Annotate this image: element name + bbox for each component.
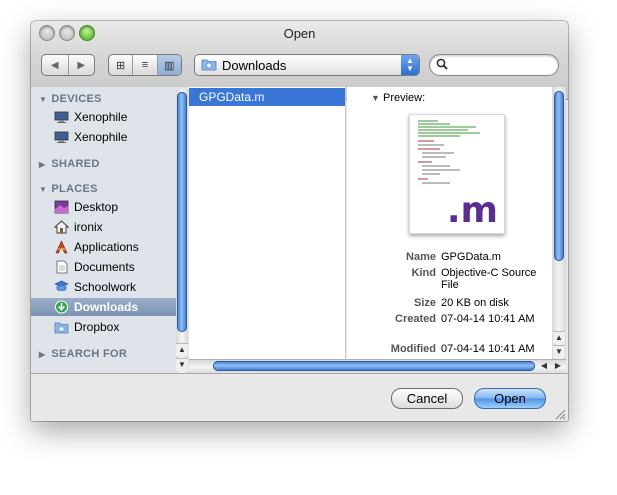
- search-for-heading[interactable]: ▶ SEARCH FOR: [39, 348, 127, 360]
- resize-grip-icon[interactable]: [554, 408, 566, 420]
- sidebar-item-dropbox[interactable]: Dropbox: [31, 318, 176, 336]
- places-heading[interactable]: ▼ PLACES: [39, 183, 98, 195]
- disclosure-open-icon: ▼: [39, 185, 48, 194]
- sidebar-item-downloads[interactable]: Downloads: [31, 298, 176, 316]
- applications-icon: [55, 240, 68, 254]
- info-key: Modified: [390, 343, 436, 355]
- sidebar-item-label: Schoolwork: [74, 280, 137, 294]
- sidebar-item-xenophile-2[interactable]: Xenophile: [31, 128, 176, 146]
- downloads-icon: [55, 300, 68, 314]
- devices-heading-label: DEVICES: [51, 93, 102, 105]
- info-key: Size: [413, 297, 436, 309]
- sidebar-item-label: ironix: [74, 220, 103, 234]
- sidebar-item-label: Downloads: [74, 300, 139, 314]
- scroll-up-icon[interactable]: ▲: [553, 331, 565, 344]
- sidebar-item-label: Xenophile: [74, 130, 128, 144]
- preview-scroll-thumb[interactable]: [554, 91, 564, 261]
- desktop-icon: [54, 200, 69, 214]
- back-icon[interactable]: ◀: [42, 55, 68, 75]
- disclosure-open-icon: ▼: [371, 93, 380, 103]
- sidebar-item-desktop[interactable]: Desktop: [31, 198, 176, 216]
- view-mode-switcher: ⊞ ≡ ▥: [108, 54, 182, 76]
- scroll-left-icon[interactable]: ◀: [538, 360, 550, 372]
- display-icon: [54, 131, 69, 143]
- sidebar-item-xenophile[interactable]: Xenophile: [31, 108, 176, 126]
- history-nav: ◀ ▶: [41, 54, 95, 76]
- file-column: GPGData.m: [189, 87, 346, 359]
- preview-pane: ▼ Preview: .m Name GPGData.m Kind Object…: [347, 87, 552, 359]
- scroll-down-icon[interactable]: ▼: [553, 345, 565, 358]
- code-lines-icon: [418, 120, 480, 184]
- info-value: 07-04-14 10:41 AM: [441, 343, 535, 355]
- file-name: GPGData.m: [199, 90, 265, 104]
- sidebar-item-ironix[interactable]: ironix: [31, 218, 176, 236]
- search-field[interactable]: [429, 54, 559, 76]
- window-title: Open: [283, 26, 316, 41]
- info-value: GPGData.m: [441, 251, 501, 263]
- places-heading-label: PLACES: [51, 183, 98, 195]
- horizontal-scroll-thumb[interactable]: [213, 361, 535, 371]
- sidebar-item-label: Xenophile: [74, 110, 128, 124]
- info-key: Name: [406, 251, 436, 263]
- dialog-footer: Cancel Open: [31, 373, 568, 421]
- popup-arrows-icon: ▲ ▼: [401, 55, 419, 75]
- preview-heading[interactable]: ▼ Preview:: [371, 92, 425, 104]
- search-icon: [436, 58, 448, 70]
- downloads-folder-icon: [201, 59, 217, 71]
- search-for-heading-label: SEARCH FOR: [51, 348, 128, 360]
- sidebar-item-label: Desktop: [74, 200, 119, 214]
- sidebar-item-documents[interactable]: Documents: [31, 258, 176, 276]
- column-view-icon[interactable]: ▥: [156, 55, 181, 75]
- scroll-right-icon[interactable]: ▶: [552, 360, 564, 372]
- info-key: Created: [395, 313, 436, 325]
- disclosure-closed-icon: ▶: [39, 160, 46, 169]
- disclosure-closed-icon: ▶: [39, 350, 46, 359]
- location-popup[interactable]: Downloads ▲ ▼: [194, 54, 420, 76]
- sidebar-item-label: Applications: [74, 240, 139, 254]
- display-icon: [54, 111, 69, 123]
- folder-icon: [54, 322, 69, 334]
- devices-heading[interactable]: ▼ DEVICES: [39, 93, 102, 105]
- popup-down-arrow: ▼: [406, 64, 414, 73]
- location-label: Downloads: [222, 58, 287, 73]
- open-button[interactable]: Open: [474, 388, 546, 409]
- info-key: Kind: [411, 267, 436, 279]
- sidebar-item-schoolwork[interactable]: Schoolwork: [31, 278, 176, 296]
- scroll-down-icon[interactable]: ▼: [176, 358, 188, 371]
- disclosure-open-icon: ▼: [39, 95, 48, 104]
- sidebar-item-applications[interactable]: Applications: [31, 238, 176, 256]
- preview-heading-label: Preview:: [382, 92, 426, 104]
- shared-heading[interactable]: ▶ SHARED: [39, 158, 100, 170]
- folder-icon: [54, 280, 69, 291]
- info-value: 20 KB on disk: [441, 297, 509, 309]
- sidebar-item-label: Dropbox: [74, 320, 120, 334]
- cancel-button[interactable]: Cancel: [391, 388, 463, 409]
- search-input[interactable]: [452, 57, 552, 73]
- shared-heading-label: SHARED: [51, 158, 100, 170]
- sidebar-item-label: Documents: [74, 260, 135, 274]
- file-thumbnail: .m: [409, 114, 505, 234]
- file-row[interactable]: GPGData.m: [189, 88, 345, 106]
- file-extension-label: .m: [446, 190, 498, 231]
- sidebar-scroll-thumb[interactable]: [177, 92, 187, 332]
- open-dialog: Open ◀ ▶ ⊞ ≡ ▥ Downloads ▲ ▼ ▼ DEVICES X…: [31, 21, 568, 421]
- list-view-icon[interactable]: ≡: [132, 55, 156, 75]
- info-value: Objective-C Source File: [441, 267, 537, 291]
- sidebar: ▼ DEVICES Xenophile Xenophile ▶ SHARED ▼…: [31, 87, 190, 373]
- icon-view-icon[interactable]: ⊞: [109, 55, 132, 75]
- forward-icon[interactable]: ▶: [67, 55, 95, 75]
- scroll-up-icon[interactable]: ▲: [176, 343, 188, 356]
- info-value: 07-04-14 10:41 AM: [441, 313, 535, 325]
- home-icon: [54, 220, 69, 234]
- documents-icon: [56, 260, 68, 274]
